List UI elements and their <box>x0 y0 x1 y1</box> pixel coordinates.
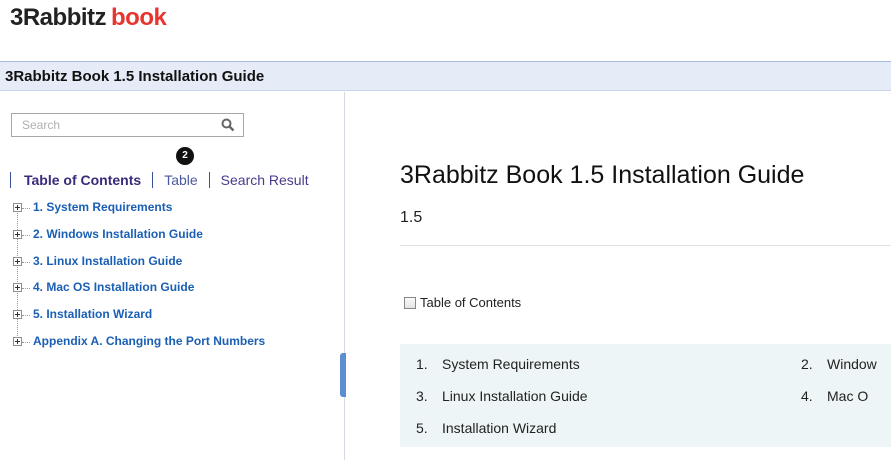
expand-icon[interactable] <box>13 310 22 320</box>
document-title: 3Rabbitz Book 1.5 Installation Guide <box>5 68 265 85</box>
inline-toc-label[interactable]: Installation Wizard <box>442 420 556 436</box>
search-input[interactable] <box>12 114 212 136</box>
logo-text-primary: 3Rabbitz <box>10 4 107 31</box>
inline-toc-item[interactable]: 4. Mac O <box>801 388 868 404</box>
expand-icon[interactable] <box>13 229 22 239</box>
toc-link[interactable]: 3. Linux Installation Guide <box>33 254 182 268</box>
app-logo[interactable]: 3Rabbitz book <box>10 4 167 32</box>
inline-toc-label[interactable]: Window <box>827 356 877 372</box>
inline-toc-label[interactable]: System Requirements <box>442 356 580 372</box>
toc-item: 1. System Requirements <box>13 200 265 227</box>
search-icon[interactable] <box>221 118 235 132</box>
tree-branch <box>22 234 30 236</box>
document-title-bar: 3Rabbitz Book 1.5 Installation Guide <box>0 61 891 91</box>
inline-toc-number: 4. <box>801 388 813 404</box>
inline-toc-number: 2. <box>801 356 813 372</box>
main-content: 3Rabbitz Book 1.5 Installation Guide 1.5… <box>346 92 891 460</box>
toc-item: 2. Windows Installation Guide <box>13 227 265 254</box>
inline-toc-panel: 1. System Requirements 2. Window 3. Linux I… <box>400 344 891 447</box>
inline-toc-item[interactable]: 1. System Requirements <box>416 356 580 372</box>
version-label: 1.5 <box>400 209 423 226</box>
logo-text-accent: book <box>111 4 167 31</box>
expand-icon[interactable] <box>13 256 22 266</box>
expand-icon[interactable] <box>13 203 22 212</box>
tree-branch <box>22 208 30 209</box>
tree-branch <box>22 261 30 263</box>
toc-link[interactable]: 4. Mac OS Installation Guide <box>33 280 194 294</box>
inline-toc-item[interactable]: 5. Installation Wizard <box>416 420 556 436</box>
inline-toc-label[interactable]: Linux Installation Guide <box>442 388 588 404</box>
sidebar: 2 Table of Contents Table Search Result … <box>0 92 345 460</box>
toc-link[interactable]: 5. Installation Wizard <box>33 307 152 321</box>
toc-item: Appendix A. Changing the Port Numbers <box>13 334 265 361</box>
result-count-badge: 2 <box>176 147 194 165</box>
inline-toc-number: 3. <box>416 388 428 404</box>
inline-toc-item[interactable]: 3. Linux Installation Guide <box>416 388 588 404</box>
inline-toc-label[interactable]: Mac O <box>827 388 868 404</box>
expand-icon[interactable] <box>13 336 22 346</box>
page-title: 3Rabbitz Book 1.5 Installation Guide <box>400 161 805 189</box>
search-box <box>11 113 244 137</box>
tab-search-result[interactable]: Search Result <box>208 172 320 188</box>
toc-toggle[interactable]: Table of Contents <box>404 295 521 310</box>
inline-toc-number: 1. <box>416 356 428 372</box>
tab-table-of-contents[interactable]: Table of Contents <box>10 172 152 188</box>
toc-item: 5. Installation Wizard <box>13 307 265 334</box>
expand-icon[interactable] <box>13 283 22 293</box>
toc-item: 3. Linux Installation Guide <box>13 254 265 281</box>
tree-branch <box>22 315 30 317</box>
inline-toc-item[interactable]: 2. Window <box>801 356 877 372</box>
inline-toc-number: 5. <box>416 420 428 436</box>
toc-checkbox[interactable] <box>404 296 416 309</box>
toc-checkbox-label[interactable]: Table of Contents <box>420 295 521 310</box>
toc-link[interactable]: 2. Windows Installation Guide <box>33 227 203 241</box>
toc-tree: 1. System Requirements 2. Windows Instal… <box>13 200 265 361</box>
tab-table[interactable]: Table <box>152 172 208 188</box>
toc-link[interactable]: Appendix A. Changing the Port Numbers <box>33 334 265 348</box>
tree-branch <box>22 341 30 343</box>
sidebar-tabs: Table of Contents Table Search Result <box>10 171 320 189</box>
top-header: 3Rabbitz book <box>0 0 891 62</box>
toc-link[interactable]: 1. System Requirements <box>33 200 172 214</box>
tree-branch <box>22 288 30 290</box>
divider <box>400 245 891 246</box>
toc-item: 4. Mac OS Installation Guide <box>13 280 265 307</box>
